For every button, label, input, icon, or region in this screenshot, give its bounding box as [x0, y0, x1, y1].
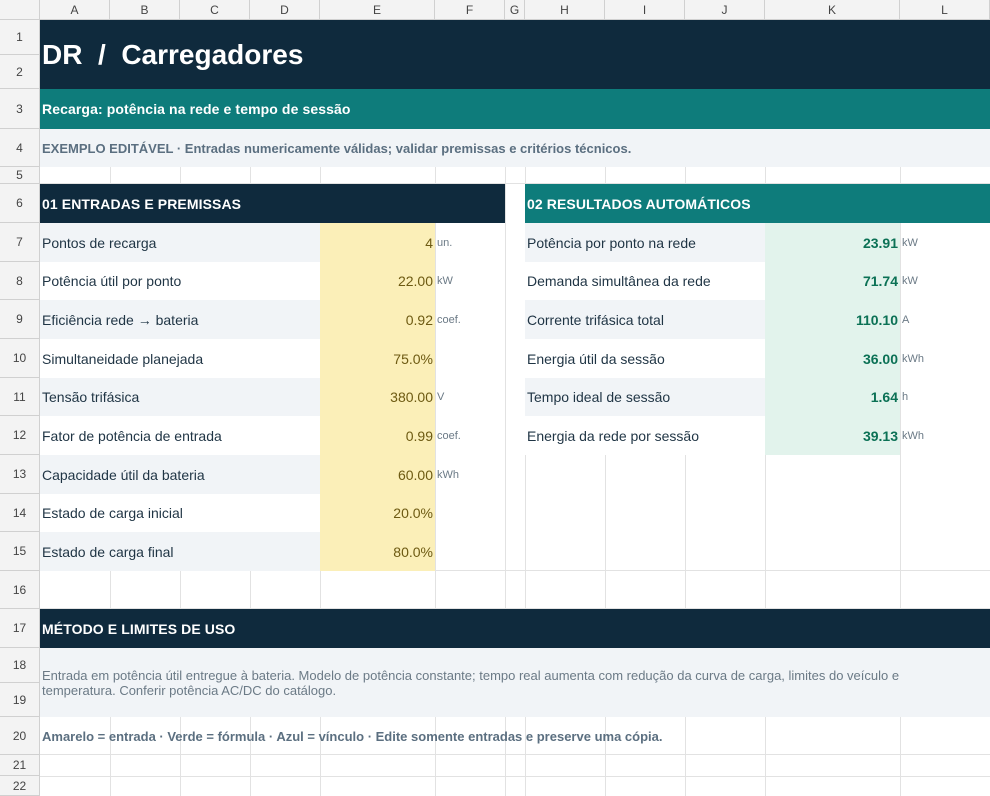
row-header-22[interactable]: 22 — [0, 776, 40, 796]
note-row: EXEMPLO EDITÁVEL · Entradas numericament… — [40, 129, 990, 167]
column-header-b[interactable]: B — [110, 0, 180, 20]
editable-note: EXEMPLO EDITÁVEL · Entradas numericament… — [42, 140, 632, 156]
result-label: Energia da rede por sessão — [525, 416, 765, 455]
row-header-20[interactable]: 20 — [0, 717, 40, 755]
input-unit: coef. — [437, 313, 461, 326]
input-value-cell[interactable]: 380.00 — [320, 378, 435, 416]
input-value-cell[interactable]: 0.92 — [320, 300, 435, 339]
row-header-10[interactable]: 10 — [0, 339, 40, 378]
row-header-5[interactable]: 5 — [0, 167, 40, 184]
input-value-cell[interactable]: 20.0% — [320, 494, 435, 532]
input-label: Potência útil por ponto — [40, 262, 320, 300]
row-header-3[interactable]: 3 — [0, 89, 40, 129]
method-section-header: MÉTODO E LIMITES DE USO — [40, 609, 990, 648]
column-header-f[interactable]: F — [435, 0, 505, 20]
column-header-i[interactable]: I — [605, 0, 685, 20]
result-label: Potência por ponto na rede — [525, 223, 765, 262]
input-label: Estado de carga final — [40, 532, 320, 571]
row-header-14[interactable]: 14 — [0, 494, 40, 532]
input-label: Tensão trifásica — [40, 378, 320, 416]
results-header-label: 02 RESULTADOS AUTOMÁTICOS — [527, 195, 751, 212]
column-header-c[interactable]: C — [180, 0, 250, 20]
column-header-k[interactable]: K — [765, 0, 900, 20]
input-label: Capacidade útil da bateria — [40, 455, 320, 494]
input-label: Estado de carga inicial — [40, 494, 320, 532]
column-header-d[interactable]: D — [250, 0, 320, 20]
column-header-h[interactable]: H — [525, 0, 605, 20]
input-unit — [435, 494, 505, 532]
result-label: Tempo ideal de sessão — [525, 378, 765, 416]
row-header-15[interactable]: 15 — [0, 532, 40, 571]
input-value-cell[interactable]: 22.00 — [320, 262, 435, 300]
row-header-8[interactable]: 8 — [0, 262, 40, 300]
row-header-21[interactable]: 21 — [0, 755, 40, 776]
row-header-11[interactable]: 11 — [0, 378, 40, 416]
row-header-1[interactable]: 1 — [0, 20, 40, 55]
result-value-cell[interactable]: 71.74 — [765, 262, 900, 300]
row-header-12[interactable]: 12 — [0, 416, 40, 455]
row-header-17[interactable]: 17 — [0, 609, 40, 648]
result-unit: kWh — [902, 352, 924, 365]
row-header-16[interactable]: 16 — [0, 571, 40, 609]
input-unit — [435, 532, 505, 571]
input-value-cell[interactable]: 4 — [320, 223, 435, 262]
inputs-header-label: 01 ENTRADAS E PREMISSAS — [42, 195, 242, 212]
input-value-cell[interactable]: 0.99 — [320, 416, 435, 455]
result-label: Corrente trifásica total — [525, 300, 765, 339]
result-label: Energia útil da sessão — [525, 339, 765, 378]
row-header-9[interactable]: 9 — [0, 300, 40, 339]
sheet-title: DR / Carregadores — [42, 38, 304, 70]
color-legend: Amarelo = entrada · Verde = fórmula · Az… — [42, 728, 663, 744]
input-unit: kWh — [437, 468, 459, 481]
result-unit: A — [902, 313, 910, 326]
result-unit: kW — [902, 275, 918, 287]
row-header-13[interactable]: 13 — [0, 455, 40, 494]
result-label: Demanda simultânea da rede — [525, 262, 765, 300]
result-value-cell[interactable]: 110.10 — [765, 300, 900, 339]
input-value-cell[interactable]: 75.0% — [320, 339, 435, 378]
row-header-19[interactable]: 19 — [0, 683, 40, 717]
row-header-7[interactable]: 7 — [0, 223, 40, 262]
results-section-header: 02 RESULTADOS AUTOMÁTICOS — [525, 184, 990, 223]
sheet-subtitle: Recarga: potência na rede e tempo de ses… — [42, 101, 351, 117]
column-header-g[interactable]: G — [505, 0, 525, 20]
result-unit: kWh — [902, 429, 924, 442]
result-value-cell[interactable]: 23.91 — [765, 223, 900, 262]
input-unit: kW — [437, 275, 453, 287]
method-text-row: Entrada em potência útil entregue à bate… — [40, 648, 990, 717]
column-header-a[interactable]: A — [40, 0, 110, 20]
row-header-4[interactable]: 4 — [0, 129, 40, 167]
row-header-18[interactable]: 18 — [0, 648, 40, 683]
input-label: Simultaneidade planejada — [40, 339, 320, 378]
select-all-corner[interactable] — [0, 0, 40, 20]
method-header-label: MÉTODO E LIMITES DE USO — [42, 620, 236, 637]
input-label: Pontos de recarga — [40, 223, 320, 262]
method-text: Entrada em potência útil entregue à bate… — [42, 667, 900, 698]
legend-row: Amarelo = entrada · Verde = fórmula · Az… — [40, 717, 990, 755]
inputs-section-header: 01 ENTRADAS E PREMISSAS — [40, 184, 505, 223]
input-value-cell[interactable]: 60.00 — [320, 455, 435, 494]
result-value-cell[interactable]: 39.13 — [765, 416, 900, 455]
result-unit: kW — [902, 236, 918, 249]
subtitle-band: Recarga: potência na rede e tempo de ses… — [40, 89, 990, 129]
column-header-e[interactable]: E — [320, 0, 435, 20]
column-header-j[interactable]: J — [685, 0, 765, 20]
input-unit — [435, 339, 505, 378]
row-header-2[interactable]: 2 — [0, 55, 40, 89]
input-label: Fator de potência de entrada — [40, 416, 320, 455]
input-value-cell[interactable]: 80.0% — [320, 532, 435, 571]
row-header-6[interactable]: 6 — [0, 184, 40, 223]
input-label: Eficiência rede → bateria — [40, 300, 320, 339]
result-value-cell[interactable]: 1.64 — [765, 378, 900, 416]
result-unit: h — [902, 391, 909, 403]
result-value-cell[interactable]: 36.00 — [765, 339, 900, 378]
column-header-l[interactable]: L — [900, 0, 990, 20]
title-banner: DR / Carregadores — [40, 20, 990, 89]
input-unit: coef. — [437, 429, 461, 442]
input-unit: un. — [437, 236, 453, 249]
input-unit: V — [437, 391, 445, 403]
